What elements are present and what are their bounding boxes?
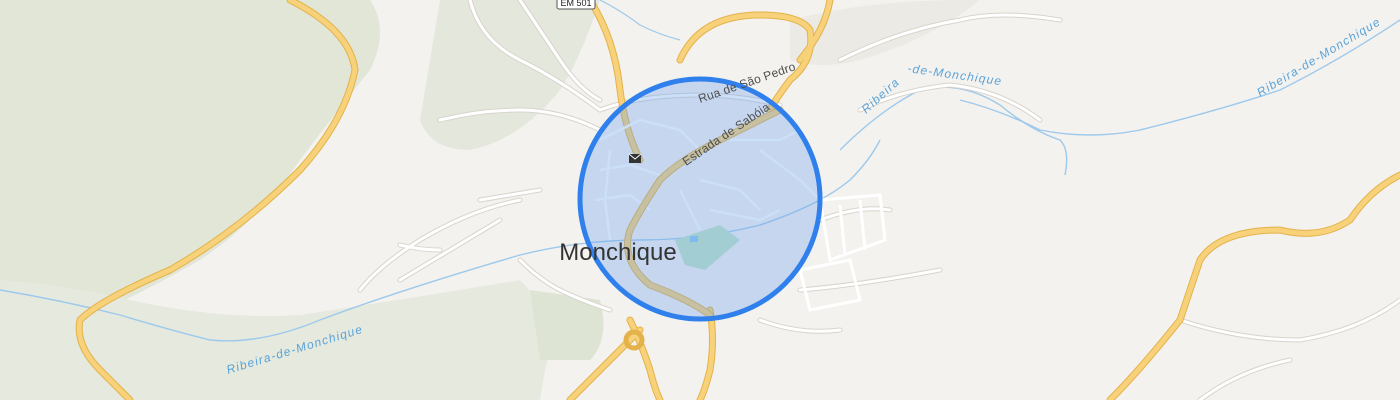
- map-view[interactable]: EM 501 Rua de São Pedro Estrada de Sabói…: [0, 0, 1400, 400]
- vegetation-field: [530, 290, 604, 360]
- route-shield-label: EM 501: [560, 0, 591, 8]
- map-canvas[interactable]: EM 501 Rua de São Pedro Estrada de Sabói…: [0, 0, 1400, 400]
- place-label-monchique: Monchique: [559, 239, 676, 266]
- route-shield-em501: EM 501: [556, 0, 596, 10]
- post-office-icon[interactable]: [628, 153, 642, 163]
- location-accuracy-circle[interactable]: [577, 76, 823, 322]
